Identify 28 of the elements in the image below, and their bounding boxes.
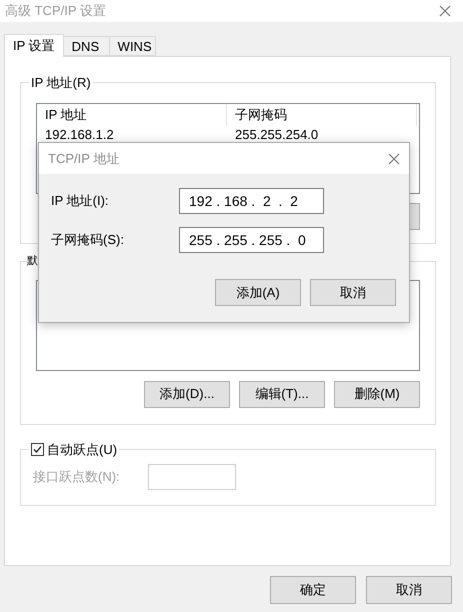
dialog-button[interactable]: 确定 (270, 576, 356, 604)
tab[interactable]: IP 设置 (4, 34, 64, 57)
address-field[interactable]: 192 . 168 . 2 . 2 (179, 188, 324, 214)
group-label: IP 地址(R) (30, 74, 92, 92)
dialog-button[interactable]: 取消 (310, 279, 396, 306)
window-title: 高级 TCP/IP 设置 (5, 2, 106, 20)
dialog-button[interactable]: 取消 (366, 576, 452, 604)
dialog-title: TCP/IP 地址 (48, 150, 120, 168)
table-cell-text: 255.255.254.0 (234, 128, 320, 140)
dialog-button[interactable]: 添加(A) (215, 279, 301, 306)
tab[interactable]: DNS (64, 36, 110, 56)
checkmark-icon (33, 445, 42, 454)
field-label: 子网掩码(S): (51, 231, 125, 250)
checkbox[interactable] (31, 443, 44, 456)
group-label: 默 (27, 254, 38, 269)
column-header[interactable]: 子网掩码 (227, 104, 417, 126)
field-label: 接口跃点数(N): (33, 468, 121, 486)
list-action-button[interactable]: 添加(D)... (144, 380, 230, 408)
field-label: IP 地址(I): (51, 192, 110, 210)
list-action-button[interactable]: 编辑(T)... (239, 380, 325, 408)
checkbox-label[interactable]: 自动跃点(U) (47, 440, 118, 460)
tab[interactable]: WINS (110, 36, 156, 56)
address-field[interactable]: 255 . 255 . 255 . 0 (179, 227, 324, 253)
close-icon[interactable] (439, 5, 451, 17)
table-cell-text: 192.168.1.2 (44, 128, 115, 140)
close-icon[interactable] (388, 152, 400, 164)
list-action-button[interactable]: 删除(M) (334, 380, 420, 408)
column-header[interactable]: IP 地址 (37, 104, 227, 126)
